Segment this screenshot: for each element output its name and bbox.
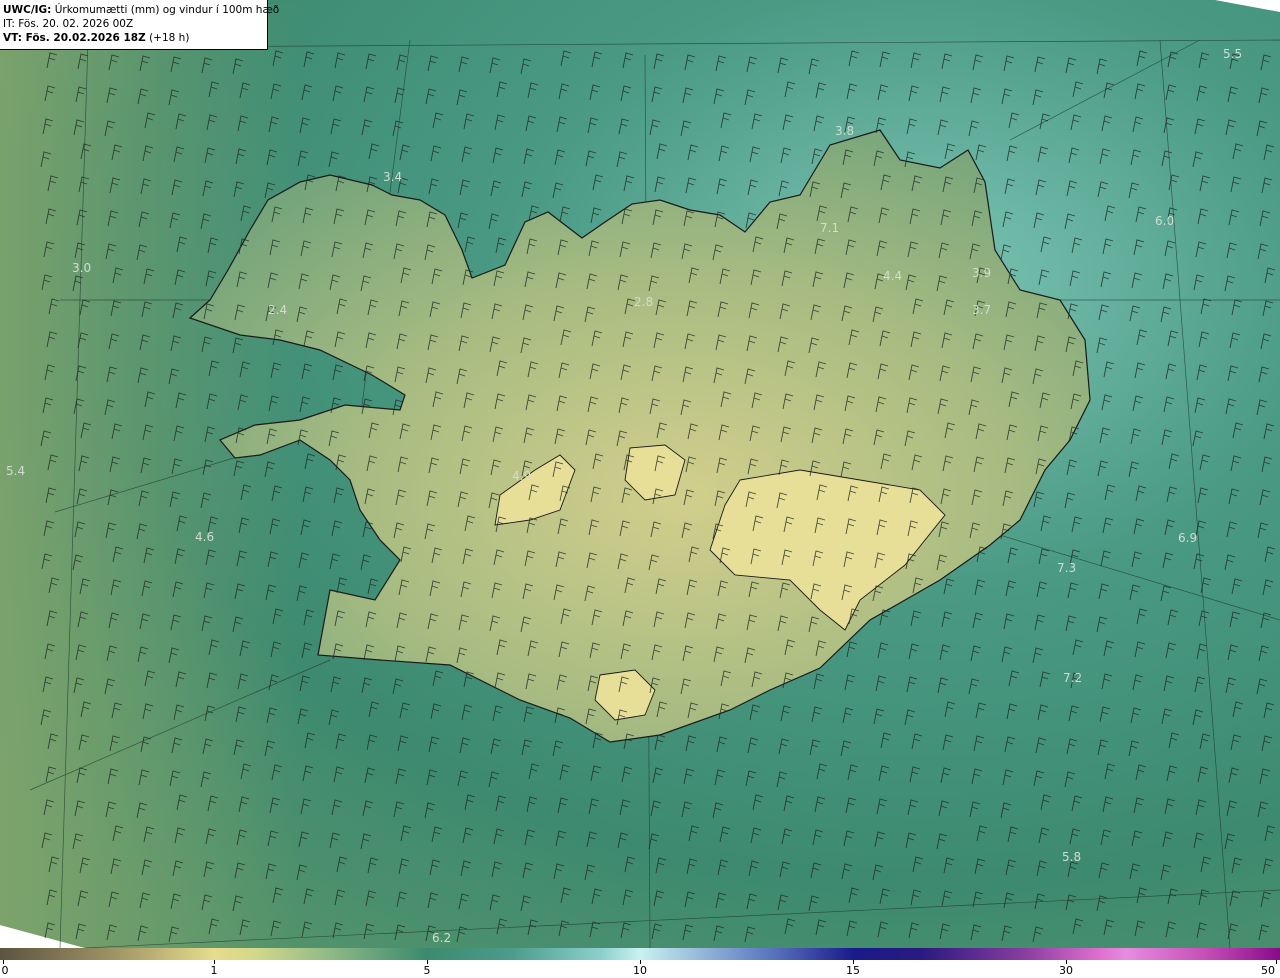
value-label: 3.0 [72,261,91,275]
colorbar-tick-label: 1 [210,964,218,977]
value-label: 5.5 [1223,47,1242,61]
valid-time-line: VT: Fös. 20.02.2026 18Z (+18 h) [3,31,267,45]
value-label: 7.1 [820,221,839,235]
value-label: 6.0 [1155,214,1174,228]
valid-time: VT: Fös. 20.02.2026 18Z [3,32,146,44]
colorbar-strip [0,948,1280,960]
colorbar-tick-label: 10 [633,964,647,977]
value-label: 7.3 [1057,561,1076,575]
colorbar-tick-label: 50 [1261,964,1275,977]
value-label: 5.8 [1062,850,1081,864]
value-label: 3.8 [835,124,854,138]
west-moisture-band [0,0,300,948]
value-label: 4.6 [195,530,214,544]
model-name: UWC/IG: [3,4,52,16]
value-label: 3.4 [383,170,402,184]
colorbar-tick-label: 5 [423,964,431,977]
map-header: UWC/IG: Úrkomumætti (mm) og vindur í 100… [0,0,279,50]
colorbar: 0 1 5 10 15 30 50 [0,948,1280,978]
value-label: 5.4 [6,464,25,478]
init-time: IT: Fös. 20. 02. 2026 00Z [3,18,134,30]
value-label: 2.8 [634,295,653,309]
value-label: 3.7 [972,303,991,317]
value-label: 7.2 [1063,671,1082,685]
colorbar-tick-label: 30 [1059,964,1073,977]
value-label: 3.9 [972,266,991,280]
colorbar-tick-label: 0 [1,964,9,977]
forecast-offset: (+18 h) [149,32,190,44]
value-label: 4.9 [512,469,531,483]
header-title-line: UWC/IG: Úrkomumætti (mm) og vindur í 100… [3,3,279,17]
precipitation-map: 5.5 3.8 7.1 6.0 4.4 3.9 3.7 3.0 2.8 2.4 … [0,0,1280,948]
value-label: 6.2 [432,931,451,945]
map-title: Úrkomumætti (mm) og vindur í 100m hæð [54,4,280,16]
colorbar-tick [1276,960,1277,964]
value-label: 6.9 [1178,531,1197,545]
colorbar-tick-label: 15 [846,964,860,977]
value-label: 2.4 [268,303,287,317]
value-label: 4.4 [883,269,902,283]
